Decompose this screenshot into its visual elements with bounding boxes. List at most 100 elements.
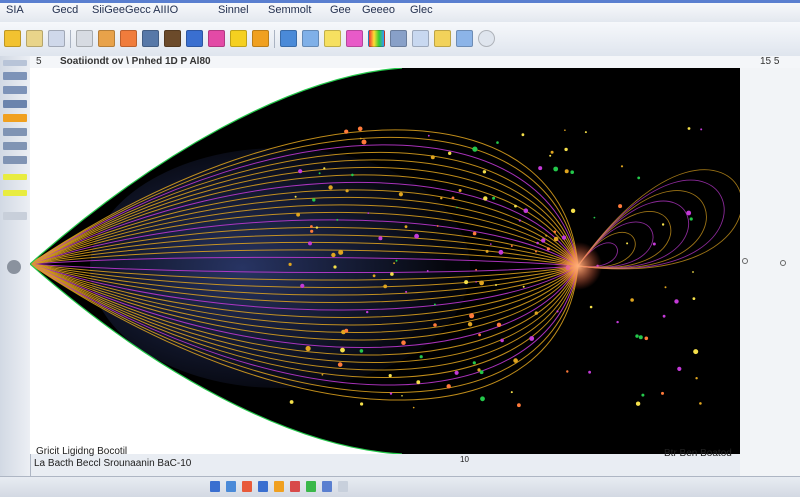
particle — [510, 245, 513, 247]
ruler-icon[interactable] — [142, 30, 159, 47]
save-icon[interactable] — [48, 30, 65, 47]
layer-icon[interactable] — [322, 481, 332, 492]
particle — [390, 272, 394, 276]
particle — [483, 196, 488, 201]
tile-icon[interactable] — [306, 481, 316, 492]
particle — [687, 127, 691, 130]
resize-handle[interactable] — [742, 258, 748, 264]
panel-tab[interactable] — [3, 174, 27, 180]
particle — [333, 265, 337, 269]
help-icon[interactable] — [478, 30, 495, 47]
panel-tab[interactable] — [3, 156, 27, 164]
panel-tab[interactable] — [3, 60, 27, 66]
layer-icon[interactable] — [258, 481, 268, 492]
layers-icon[interactable] — [346, 30, 363, 47]
particle — [414, 233, 419, 239]
document-page: Gricit Ligidng Bocotil — [29, 67, 743, 457]
particle — [564, 147, 568, 152]
particle — [635, 401, 641, 406]
app-icon[interactable] — [4, 30, 21, 47]
zoom-icon[interactable] — [456, 30, 473, 47]
pen-icon[interactable] — [242, 481, 252, 492]
particle — [456, 206, 458, 209]
brush-icon[interactable] — [120, 30, 137, 47]
title-segment: Geeeo — [362, 4, 396, 16]
particle — [630, 298, 634, 302]
compass-icon[interactable] — [412, 30, 429, 47]
particle — [556, 310, 559, 313]
panel-tab[interactable] — [3, 100, 27, 108]
title-segment: Semmolt — [268, 4, 312, 16]
particle — [436, 225, 439, 227]
layers-icon[interactable] — [208, 30, 225, 47]
status-bar — [0, 476, 800, 497]
particle — [490, 243, 492, 245]
particle — [345, 189, 349, 193]
palette-icon[interactable] — [76, 30, 93, 47]
particle — [618, 204, 623, 209]
shapes-icon[interactable] — [186, 30, 203, 47]
panel-tab-active[interactable] — [3, 114, 27, 122]
panel-tab[interactable] — [3, 72, 27, 80]
particle — [305, 345, 311, 352]
particle — [448, 151, 452, 155]
figure-caption-line2: La Bacth Beccl Srounaanin BaC-10 — [34, 458, 192, 469]
zoom-icon[interactable] — [226, 481, 236, 492]
image-icon[interactable] — [302, 30, 319, 47]
particle — [337, 362, 343, 367]
panel-tab[interactable] — [3, 212, 27, 220]
image-icon[interactable] — [164, 30, 181, 47]
particle — [451, 196, 455, 200]
text-icon[interactable] — [324, 30, 341, 47]
folder-icon[interactable] — [26, 30, 43, 47]
rainbow-icon[interactable] — [368, 30, 385, 47]
particle — [426, 270, 429, 272]
particle — [454, 370, 459, 375]
pencil-icon[interactable] — [98, 30, 115, 47]
window-icon[interactable] — [338, 481, 348, 492]
brush-icon[interactable] — [230, 30, 247, 47]
particle — [652, 242, 656, 246]
particle — [644, 336, 649, 341]
tile-icon[interactable] — [210, 481, 220, 492]
particle — [492, 196, 496, 200]
scroll-knob[interactable] — [7, 260, 21, 274]
left-tool-panel — [0, 56, 31, 476]
panel-tab[interactable] — [3, 128, 27, 136]
particle — [412, 406, 415, 409]
title-segment: Sinnel — [218, 4, 249, 16]
title-segment: Gecd — [52, 4, 79, 16]
particle — [496, 322, 502, 327]
particle — [535, 250, 537, 253]
resize-handle[interactable] — [780, 260, 786, 266]
particle — [340, 347, 345, 353]
particle — [433, 303, 436, 306]
particle — [300, 283, 305, 288]
particle — [440, 197, 443, 200]
particle — [289, 400, 294, 404]
particle — [482, 170, 487, 174]
particle — [430, 155, 435, 160]
particle — [517, 403, 521, 408]
particle — [419, 355, 423, 359]
panel-tab[interactable] — [3, 190, 27, 196]
pencil-icon[interactable] — [252, 30, 269, 47]
particle — [513, 358, 518, 363]
particle — [472, 146, 478, 152]
particle — [433, 323, 437, 327]
triangle-icon[interactable] — [390, 30, 407, 47]
particle — [298, 169, 303, 174]
settings-icon[interactable] — [290, 481, 300, 492]
particle — [480, 396, 485, 402]
particle — [310, 225, 313, 228]
text-icon[interactable] — [434, 30, 451, 47]
particle — [360, 402, 364, 406]
particle — [372, 274, 376, 278]
panel-tab[interactable] — [3, 142, 27, 150]
window-icon[interactable] — [274, 481, 284, 492]
particle — [359, 349, 364, 353]
particle — [367, 212, 370, 215]
grid-icon[interactable] — [280, 30, 297, 47]
panel-tab[interactable] — [3, 86, 27, 94]
figure-footer-right: Btr Ben Boatod — [664, 448, 732, 459]
